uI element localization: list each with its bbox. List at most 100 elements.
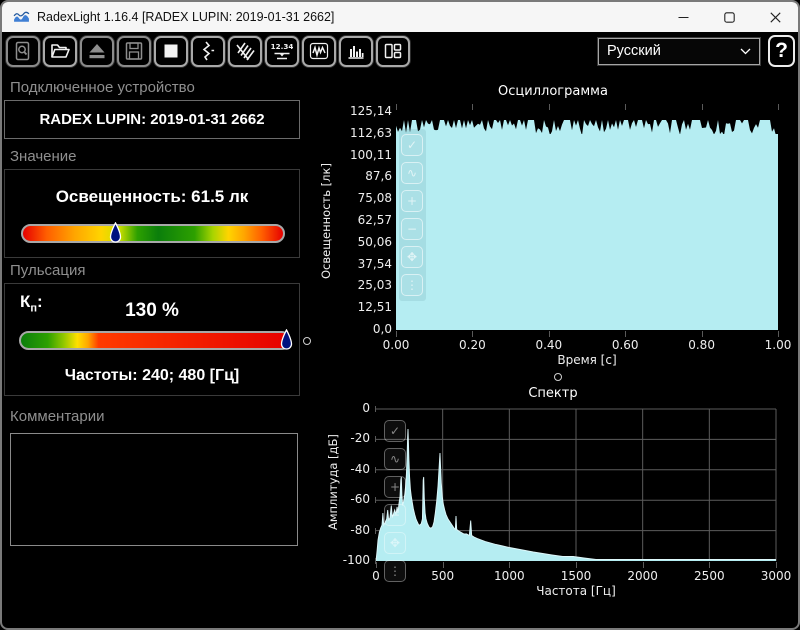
main-toolbar: 12.34 Русский ? [2, 32, 798, 70]
axis-tick-mark [549, 331, 550, 337]
illumination-mode-button[interactable] [228, 36, 262, 67]
y-tick-label: 100,11 [328, 148, 392, 162]
x-tick-label: 3000 [746, 569, 800, 583]
x-tick-label: 0.60 [595, 338, 655, 352]
x-tick-label: 500 [413, 569, 473, 583]
x-tick-label: 0.80 [672, 338, 732, 352]
comments-header: Комментарии [10, 408, 104, 425]
y-tick-label: -60 [326, 492, 370, 506]
axis-tick-mark [375, 436, 376, 442]
illuminance-scale-bar [21, 224, 285, 243]
value-header: Значение [10, 148, 77, 165]
spectrum-chart-toolbar: ✓∿+−✥⋮ [384, 417, 409, 585]
y-tick-label: 75,08 [328, 191, 392, 205]
y-tick-label: -20 [326, 431, 370, 445]
layout-view-button[interactable] [376, 36, 410, 67]
y-tick-label: -40 [326, 462, 370, 476]
axis-tick-mark [443, 562, 444, 568]
oscillogram-view-button[interactable] [302, 36, 336, 67]
close-button[interactable] [752, 2, 798, 32]
connected-device-header: Подключенное устройство [10, 79, 195, 96]
y-tick-label: 87,6 [328, 169, 392, 183]
y-tick-label: 0 [326, 401, 370, 415]
pulsation-marker-icon [280, 329, 293, 352]
spectrum-xlabel: Частота [Гц] [376, 584, 776, 598]
app-window: RadexLight 1.16.4 [RADEX LUPIN: 2019-01-… [0, 0, 800, 630]
chart-curve-button[interactable]: ∿ [384, 448, 406, 470]
find-device-button[interactable] [6, 36, 40, 67]
open-file-button[interactable] [43, 36, 77, 67]
eject-device-button[interactable] [80, 36, 114, 67]
title-bar[interactable]: RadexLight 1.16.4 [RADEX LUPIN: 2019-01-… [2, 2, 798, 32]
chart-zoom-out-button[interactable]: − [401, 218, 423, 240]
chart-curve-button[interactable]: ∿ [401, 162, 423, 184]
value-panel: Освещенность: 61.5 лк [4, 169, 300, 258]
help-button[interactable]: ? [768, 35, 795, 67]
save-record-button[interactable] [117, 36, 151, 67]
y-tick-label: -100 [326, 553, 370, 567]
toolbar-buttons: 12.34 [6, 36, 413, 67]
axis-tick-mark [375, 406, 376, 412]
illuminance-reading: Освещенность: 61.5 лк [5, 187, 299, 207]
layout-icon [382, 40, 404, 62]
stop-measurement-button[interactable] [154, 36, 188, 67]
axis-tick-mark [643, 562, 644, 568]
spectrum-title: Спектр [312, 386, 794, 401]
pulsation-scale-bar [19, 331, 291, 350]
illuminance-marker-icon [109, 222, 122, 245]
axis-tick-mark [625, 331, 626, 337]
spectrum-plot[interactable]: ✓∿+−✥⋮ [376, 409, 776, 561]
bar-chart-icon [345, 40, 367, 62]
axis-tick-mark [709, 562, 710, 568]
oscillogram-plot[interactable]: ✓ ∿ + − ✥ ⋮ [396, 112, 778, 330]
chart-pan-button[interactable]: ✥ [401, 246, 423, 268]
oscillogram-xlabel: Время [с] [396, 353, 778, 367]
chart-zoom-in-button[interactable]: + [384, 476, 406, 498]
svg-text:12.34: 12.34 [271, 42, 293, 51]
axis-tick-mark [375, 528, 376, 534]
spectrum-view-button[interactable] [339, 36, 373, 67]
stop-icon [160, 40, 182, 62]
axis-tick-mark [472, 331, 473, 337]
y-tick-label: 125,14 [328, 104, 392, 118]
oscillogram-chart-toolbar: ✓ ∿ + − ✥ ⋮ [399, 129, 426, 301]
chart-check-button[interactable]: ✓ [384, 420, 406, 442]
pulse-icon [197, 40, 219, 62]
y-tick-label: 25,03 [328, 278, 392, 292]
x-tick-label: 1500 [546, 569, 606, 583]
axis-tick-mark [375, 497, 376, 503]
kp-value: 130 % [5, 300, 299, 322]
folder-open-icon [49, 40, 71, 62]
chart-check-button[interactable]: ✓ [401, 134, 423, 156]
numeric-display-view-button[interactable]: 12.34 [265, 36, 299, 67]
minimize-button[interactable] [660, 2, 706, 32]
x-tick-label: 0.40 [519, 338, 579, 352]
axis-tick-mark [776, 562, 777, 568]
vertical-splitter-grip[interactable] [303, 337, 311, 345]
y-tick-label: -80 [326, 523, 370, 537]
waveform-icon [308, 40, 330, 62]
chart-pan-button[interactable]: ✥ [384, 532, 406, 554]
pulsation-header: Пульсация [10, 262, 85, 279]
numeric-display-icon: 12.34 [271, 40, 293, 62]
chart-zoom-in-button[interactable]: + [401, 190, 423, 212]
frequencies-value: Частоты: 240; 480 [Гц] [5, 367, 299, 385]
language-select[interactable]: Русский [598, 38, 760, 65]
y-tick-label: 50,06 [328, 235, 392, 249]
x-tick-label: 0 [346, 569, 406, 583]
x-tick-label: 0.00 [366, 338, 426, 352]
comments-input[interactable] [10, 433, 298, 546]
spectrum-chart: Спектр Амплитуда [дБ] 0-20-40-60-80-100 … [312, 380, 794, 620]
chart-more-button[interactable]: ⋮ [401, 274, 423, 296]
axis-tick-mark [576, 562, 577, 568]
oscillogram-title: Осциллограмма [312, 84, 794, 99]
app-logo-icon [13, 9, 30, 26]
window-title: RadexLight 1.16.4 [RADEX LUPIN: 2019-01-… [37, 10, 334, 24]
start-measurement-button[interactable] [191, 36, 225, 67]
axis-tick-mark [702, 104, 703, 110]
chart-zoom-out-button[interactable]: − [384, 504, 406, 526]
oscillogram-chart: Осциллограмма Освещенность [лк] 125,1411… [312, 80, 794, 372]
maximize-button[interactable] [706, 2, 752, 32]
device-name: RADEX LUPIN: 2019-01-31 2662 [39, 111, 264, 128]
y-tick-label: 37,54 [328, 257, 392, 271]
